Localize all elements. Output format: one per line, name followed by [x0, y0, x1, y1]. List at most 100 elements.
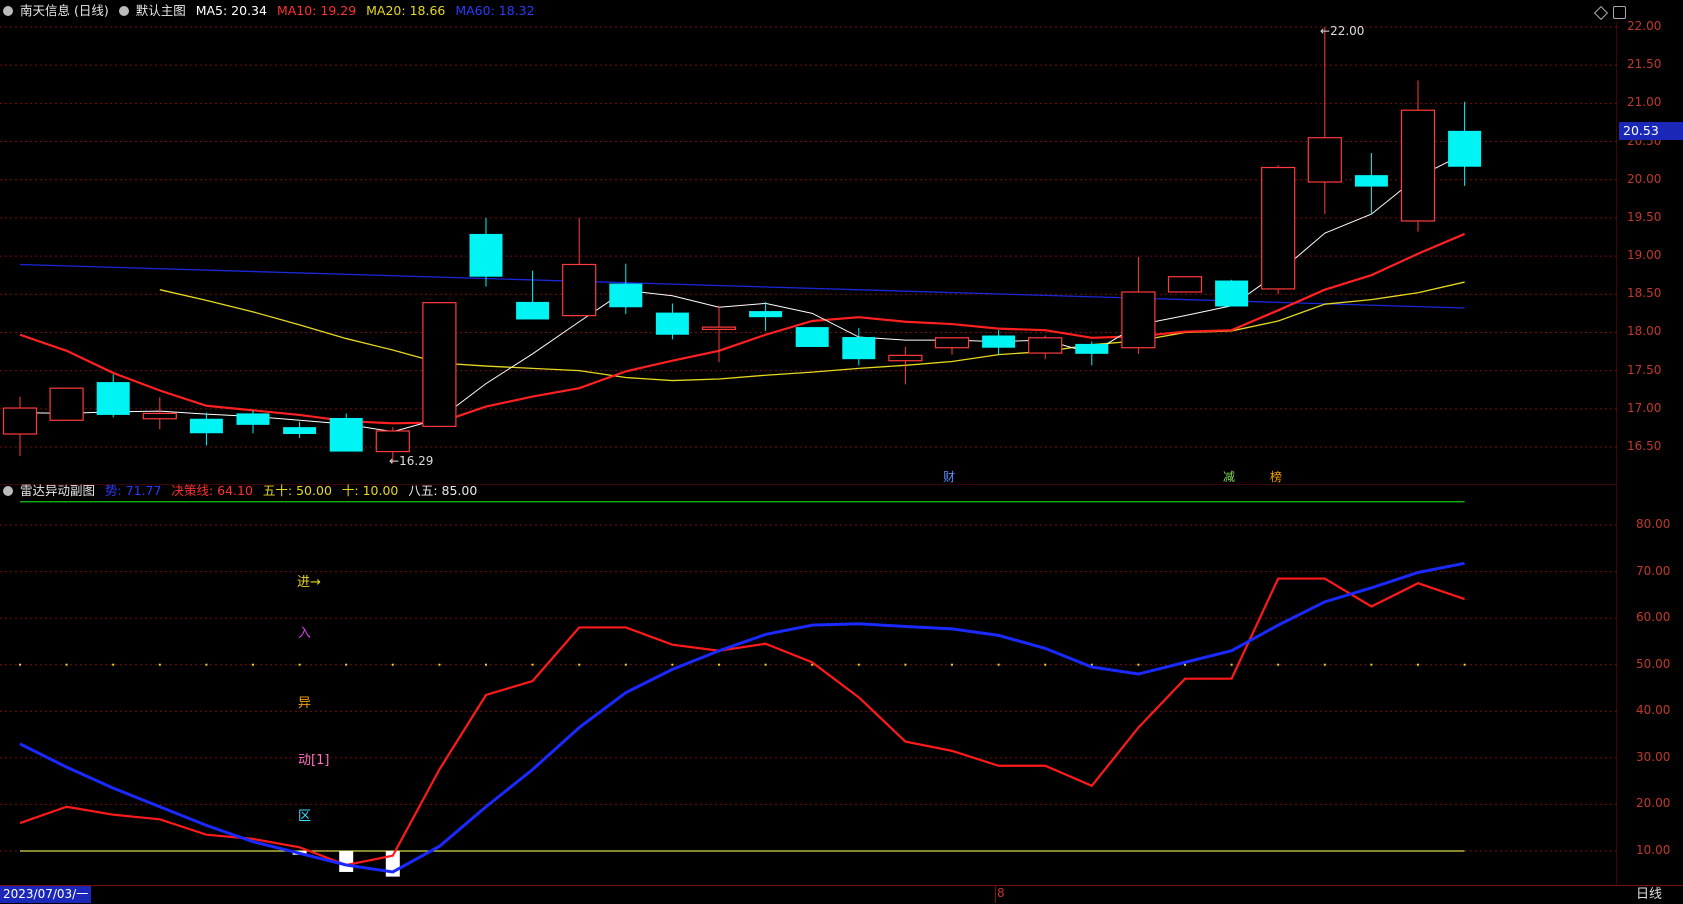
ma5-readout: MA5: 20.34 [195, 3, 267, 18]
settings-icon[interactable] [118, 6, 129, 16]
indicator-tick-label: 60.00 [1636, 610, 1671, 625]
indicator-tick-label: 50.00 [1636, 656, 1671, 671]
level-50-dot [19, 663, 21, 666]
level-50-dot [1230, 663, 1233, 666]
level-50-dot [298, 663, 301, 666]
level-50-dot [1370, 663, 1373, 666]
template-name[interactable]: 默认主图 [136, 3, 186, 18]
candle-body-down [749, 311, 783, 318]
indicator-tick-label: 70.00 [1636, 563, 1671, 578]
side-label-enter: 进→ [297, 575, 321, 590]
indicator-tick-label: 10.00 [1636, 843, 1671, 857]
ma60-readout: MA60: 18.32 [455, 3, 535, 18]
price-tick-label: 20.00 [1627, 171, 1662, 186]
candle-body-down [189, 418, 223, 434]
stock-name[interactable]: 南天信息 (日线) [20, 3, 109, 18]
price-tick-label: 19.50 [1627, 209, 1662, 224]
level-50-dot [485, 663, 487, 666]
trend-line [19, 561, 1465, 874]
candle-body-down [516, 301, 550, 320]
candle-body-up [701, 326, 737, 331]
level-50-dot [951, 663, 953, 666]
candle-body-up [49, 387, 84, 421]
ranking-marker[interactable]: 榜 [1270, 468, 1282, 485]
date-label: 2023/07/03/一 [0, 886, 92, 903]
diamond-icon[interactable] [1593, 5, 1609, 21]
level-50-dot [112, 663, 115, 666]
candle-body-down [236, 413, 270, 425]
arrow-left-icon: ← [1320, 24, 1331, 38]
candle-body-up [888, 354, 923, 362]
candle-body-up [1261, 166, 1296, 290]
candle-body-down [329, 417, 363, 452]
candle-body-up [2, 407, 38, 435]
candle-body-down [609, 283, 643, 308]
candle-body-down [1075, 343, 1109, 354]
main-chart-header: 南天信息 (日线) 默认主图 MA5: 20.34 MA10: 19.29 MA… [0, 0, 541, 22]
level-50-dot [1463, 663, 1466, 666]
level-50-dot [718, 663, 720, 666]
side-label-abnormal: 异 [298, 696, 312, 711]
candle-body-down [982, 335, 1016, 348]
level-50-dot [438, 663, 441, 666]
time-axis [0, 885, 1683, 904]
candle-body-up [1307, 137, 1342, 183]
radar-indicator-chart[interactable] [0, 484, 1617, 885]
month-boundary-tick [995, 886, 996, 903]
level-50-dot [391, 663, 394, 666]
price-tick-label: 18.50 [1627, 286, 1662, 301]
level-50-dot [857, 663, 860, 666]
candle-body-up [1167, 276, 1203, 293]
low-price-label: ←16.29 [389, 454, 433, 468]
ma10-line [19, 232, 1466, 425]
level-50-dot [1044, 663, 1047, 666]
high-price-value: 22.00 [1330, 24, 1365, 38]
candle-body-up [422, 302, 457, 427]
month-marker: 8 [997, 886, 1005, 900]
level-50-dot [578, 663, 581, 666]
price-tick-label: 18.00 [1627, 324, 1662, 339]
level-50-dot [205, 663, 208, 666]
candle-body-down [1215, 280, 1249, 307]
level-50-dot [345, 663, 348, 666]
decision-line [19, 577, 1465, 867]
indicator-tick-label: 20.00 [1636, 796, 1671, 811]
price-tick-label: 17.50 [1627, 362, 1662, 377]
price-tick-label: 16.50 [1627, 439, 1662, 453]
candle-body-down [842, 337, 876, 360]
candle-body-down [283, 427, 317, 435]
level-50-dot [158, 663, 161, 666]
ma20-readout: MA20: 18.66 [366, 3, 446, 18]
finance-marker[interactable]: 财 [943, 468, 955, 485]
candle-body-up [1121, 291, 1156, 349]
window-toggle-icon[interactable] [1613, 6, 1626, 19]
indicator-tick-label: 40.00 [1636, 703, 1671, 718]
price-tick-label: 21.00 [1627, 95, 1662, 110]
price-tick-label: 17.00 [1627, 400, 1662, 415]
indicator-tick-label: 30.00 [1636, 749, 1671, 764]
candle-body-up [934, 337, 970, 349]
level-50-dot [671, 663, 674, 666]
candle-body-up [1028, 337, 1063, 354]
level-50-dot [904, 663, 907, 666]
level-50-dot [252, 663, 254, 666]
side-label-move: 动[1] [298, 753, 330, 768]
candle-body-up [1400, 109, 1436, 222]
level-50-dot [1277, 663, 1280, 666]
level-50-dot [1137, 663, 1140, 666]
candle-body-down [469, 233, 503, 277]
level-50-dot [1323, 663, 1326, 666]
price-chart[interactable] [0, 22, 1617, 484]
current-price-tag: 20.53 [1619, 122, 1683, 140]
settings-icon[interactable] [3, 6, 13, 16]
reduce-marker[interactable]: 减 [1223, 468, 1235, 485]
price-tick-label: 21.50 [1627, 57, 1662, 72]
level-50-dot [531, 663, 534, 666]
high-price-label: ←22.00 [1320, 24, 1364, 38]
candle-body-down [795, 327, 829, 347]
level-50-dot [624, 663, 627, 666]
candle-body-up [142, 412, 177, 420]
level-50-dot [1417, 663, 1419, 666]
low-price-value: 16.29 [399, 454, 434, 468]
period-label[interactable]: 日线 [1636, 886, 1662, 903]
